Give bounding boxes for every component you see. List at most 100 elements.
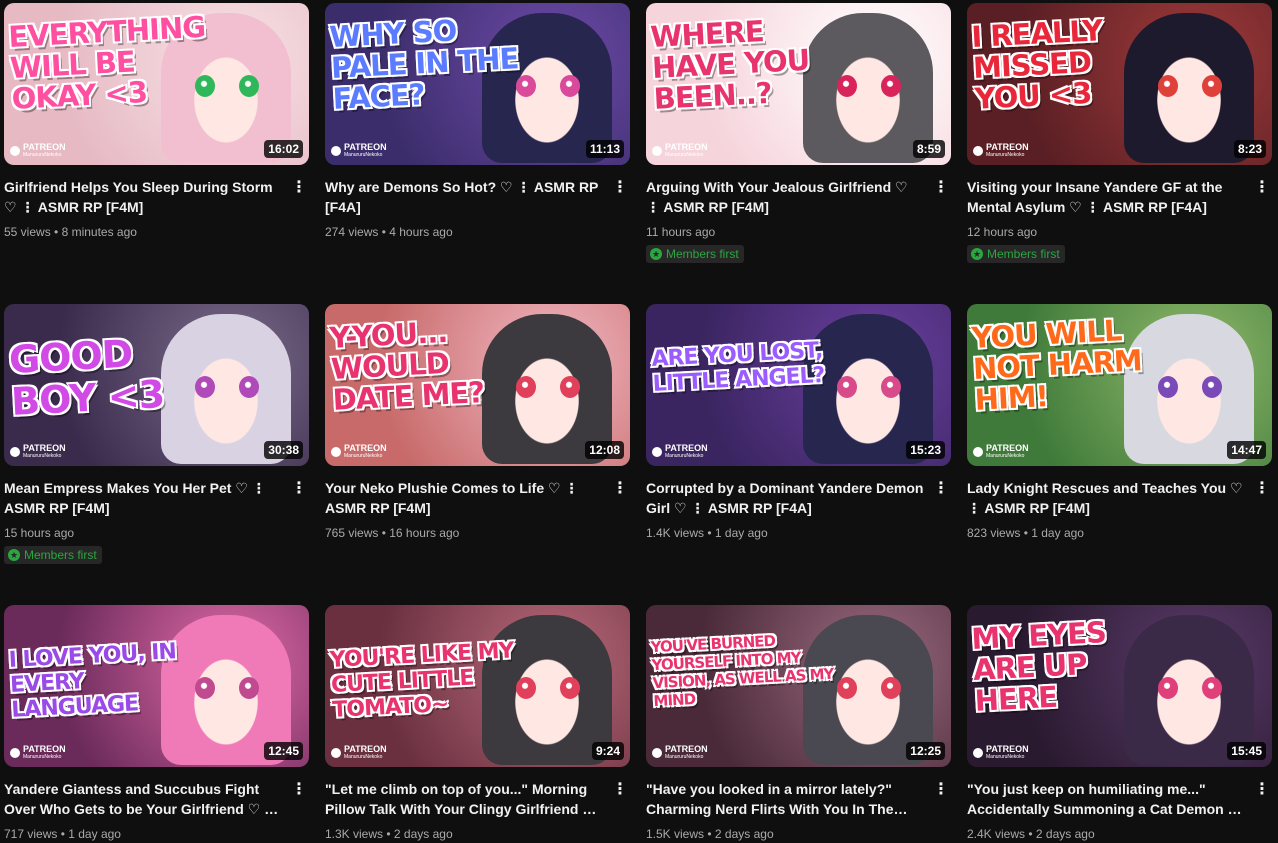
star-icon: ★ (971, 248, 983, 260)
patreon-watermark: PATREON ManururuNekoko (10, 143, 66, 159)
video-card[interactable]: I really missed you <3 PATREON ManururuNe… (967, 3, 1272, 263)
stats-separator: • (50, 225, 62, 239)
more-actions-icon[interactable]: ⋮ (291, 177, 307, 197)
more-actions-icon[interactable]: ⋮ (1254, 478, 1270, 498)
more-actions-icon[interactable]: ⋮ (1254, 779, 1270, 799)
video-card[interactable]: You're like my cute little tomato~ PATRE… (325, 605, 630, 843)
patreon-watermark: PATREON ManururuNekoko (973, 444, 1029, 460)
thumbnail-caption: Where have you been..? (649, 13, 811, 117)
patreon-icon (331, 146, 341, 156)
video-thumbnail[interactable]: You're like my cute little tomato~ PATRE… (325, 605, 630, 767)
more-actions-icon[interactable]: ⋮ (291, 478, 307, 498)
video-title[interactable]: Mean Empress Makes You Her Pet ♡ ⋮ ASMR … (4, 478, 283, 518)
patreon-channel: ManururuNekoko (23, 453, 62, 459)
video-stats: 2.4K views • 2 days ago (967, 825, 1246, 843)
video-grid: Everything will be okay <3 PATREON Manuru… (0, 0, 1278, 841)
video-card[interactable]: Everything will be okay <3 PATREON Manuru… (4, 3, 309, 241)
video-card[interactable]: Are you lost, little angel? PATREON Manur… (646, 304, 951, 542)
duration-badge: 15:45 (1227, 742, 1266, 760)
video-title[interactable]: Lady Knight Rescues and Teaches You ♡ ⋮ … (967, 478, 1246, 518)
video-stats: 274 views • 4 hours ago (325, 223, 604, 241)
duration-badge: 8:59 (912, 140, 945, 158)
patreon-icon (652, 146, 662, 156)
upload-age: 12 hours ago (967, 225, 1038, 239)
video-title[interactable]: Why are Demons So Hot? ♡ ⋮ ASMR RP [F4A] (325, 177, 604, 217)
patreon-watermark: PATREON ManururuNekoko (652, 143, 708, 159)
patreon-icon (10, 748, 20, 758)
patreon-watermark: PATREON ManururuNekoko (973, 745, 1029, 761)
video-card[interactable]: Where have you been..? PATREON ManururuNe… (646, 3, 951, 263)
video-thumbnail[interactable]: Good boy <3 PATREON ManururuNekoko 30:38 (4, 304, 309, 466)
video-stats: 1.3K views • 2 days ago (325, 825, 604, 843)
video-title[interactable]: Your Neko Plushie Comes to Life ♡ ⋮ ASMR… (325, 478, 604, 518)
video-thumbnail[interactable]: I really missed you <3 PATREON ManururuNe… (967, 3, 1272, 165)
video-card[interactable]: I love you, in every language PATREON Man… (4, 605, 309, 843)
video-thumbnail[interactable]: Why so pale in the face? PATREON Manururu… (325, 3, 630, 165)
video-stats: 1.4K views • 1 day ago (646, 524, 925, 542)
more-actions-icon[interactable]: ⋮ (933, 779, 949, 799)
more-actions-icon[interactable]: ⋮ (933, 478, 949, 498)
duration-badge: 12:25 (906, 742, 945, 760)
video-card[interactable]: Y-you... would date me? PATREON ManururuN… (325, 304, 630, 542)
more-actions-icon[interactable]: ⋮ (1254, 177, 1270, 197)
video-card[interactable]: You will not harm him! PATREON ManururuNe… (967, 304, 1272, 542)
video-thumbnail[interactable]: Where have you been..? PATREON ManururuNe… (646, 3, 951, 165)
upload-age: 1 day ago (1031, 526, 1084, 540)
more-actions-icon[interactable]: ⋮ (612, 177, 628, 197)
more-actions-icon[interactable]: ⋮ (291, 779, 307, 799)
video-title[interactable]: "Have you looked in a mirror lately?" Ch… (646, 779, 925, 819)
stats-separator: • (378, 225, 390, 239)
more-actions-icon[interactable]: ⋮ (933, 177, 949, 197)
duration-badge: 11:13 (585, 140, 624, 158)
video-card[interactable]: Good boy <3 PATREON ManururuNekoko 30:38 … (4, 304, 309, 564)
patreon-watermark: PATREON ManururuNekoko (652, 444, 708, 460)
character-eye-right (1202, 677, 1222, 699)
video-thumbnail[interactable]: I love you, in every language PATREON Man… (4, 605, 309, 767)
patreon-channel: ManururuNekoko (986, 754, 1025, 760)
video-card[interactable]: You've burned yourself into my vision, a… (646, 605, 951, 843)
video-thumbnail[interactable]: My eyes are up here PATREON ManururuNekok… (967, 605, 1272, 767)
duration-badge: 12:45 (264, 742, 303, 760)
more-actions-icon[interactable]: ⋮ (612, 779, 628, 799)
video-stats: 11 hours ago (646, 223, 925, 241)
thumbnail-caption: You will not harm him! (970, 312, 1144, 418)
video-thumbnail[interactable]: You've burned yourself into my vision, a… (646, 605, 951, 767)
video-thumbnail[interactable]: Everything will be okay <3 PATREON Manuru… (4, 3, 309, 165)
video-title[interactable]: "Let me climb on top of you..." Morning … (325, 779, 604, 819)
video-title[interactable]: Visiting your Insane Yandere GF at the M… (967, 177, 1246, 217)
members-first-badge: ★ Members first (4, 546, 102, 564)
video-title[interactable]: Arguing With Your Jealous Girlfriend ♡ ⋮… (646, 177, 925, 217)
video-thumbnail[interactable]: Y-you... would date me? PATREON ManururuN… (325, 304, 630, 466)
patreon-watermark: PATREON ManururuNekoko (10, 444, 66, 460)
video-title[interactable]: Girlfriend Helps You Sleep During Storm … (4, 177, 283, 217)
video-thumbnail[interactable]: Are you lost, little angel? PATREON Manur… (646, 304, 951, 466)
patreon-channel: ManururuNekoko (23, 754, 62, 760)
thumbnail-caption: Good boy <3 (7, 331, 166, 425)
view-count: 765 views (325, 526, 379, 540)
stats-separator: • (1020, 526, 1032, 540)
video-stats: 717 views • 1 day ago (4, 825, 283, 843)
star-icon: ★ (650, 248, 662, 260)
thumbnail-caption: You're like my cute little tomato~ (328, 637, 515, 724)
patreon-channel: ManururuNekoko (344, 152, 383, 158)
video-card[interactable]: My eyes are up here PATREON ManururuNekok… (967, 605, 1272, 843)
video-stats: 765 views • 16 hours ago (325, 524, 604, 542)
more-actions-icon[interactable]: ⋮ (612, 478, 628, 498)
patreon-icon (652, 447, 662, 457)
video-meta: Mean Empress Makes You Her Pet ♡ ⋮ ASMR … (4, 478, 309, 564)
patreon-watermark: PATREON ManururuNekoko (10, 745, 66, 761)
video-card[interactable]: Why so pale in the face? PATREON Manururu… (325, 3, 630, 241)
video-title[interactable]: "You just keep on humiliating me..." Acc… (967, 779, 1246, 819)
video-thumbnail[interactable]: You will not harm him! PATREON ManururuNe… (967, 304, 1272, 466)
character-eye-right (239, 75, 259, 97)
video-meta: Your Neko Plushie Comes to Life ♡ ⋮ ASMR… (325, 478, 630, 542)
members-first-badge: ★ Members first (646, 245, 744, 263)
patreon-icon (331, 447, 341, 457)
patreon-icon (331, 748, 341, 758)
video-meta: Lady Knight Rescues and Teaches You ♡ ⋮ … (967, 478, 1272, 542)
video-title[interactable]: Yandere Giantess and Succubus Fight Over… (4, 779, 283, 819)
view-count: 823 views (967, 526, 1021, 540)
character-eye-right (881, 376, 901, 398)
view-count: 55 views (4, 225, 51, 239)
video-title[interactable]: Corrupted by a Dominant Yandere Demon Gi… (646, 478, 925, 518)
